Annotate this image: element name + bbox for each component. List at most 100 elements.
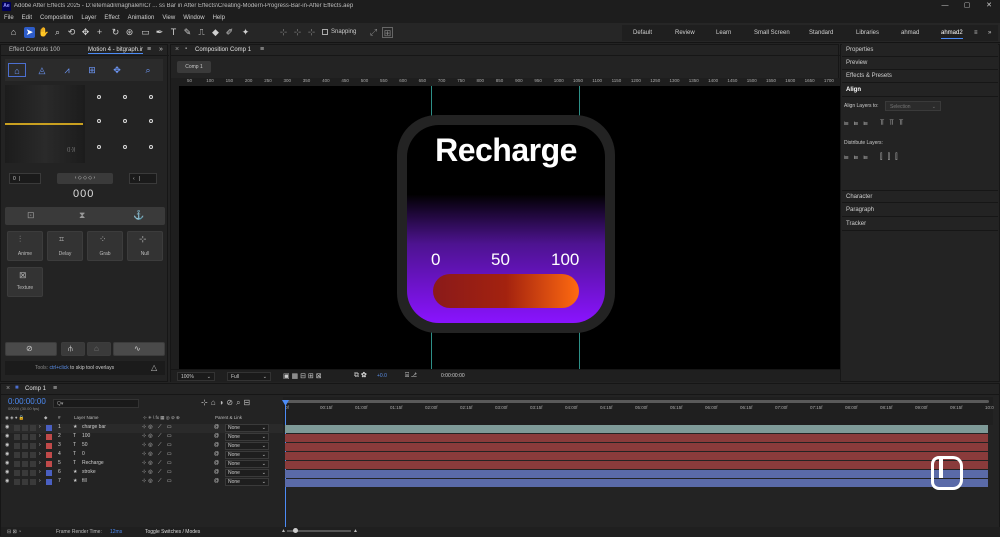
parent-select[interactable]: None ⌄ xyxy=(225,478,269,486)
solo-switch[interactable] xyxy=(22,461,28,467)
solo-switch[interactable] xyxy=(22,470,28,476)
anchor-point-mr[interactable] xyxy=(149,119,153,123)
eye-icon[interactable]: ◉ xyxy=(5,433,9,439)
zoom-slider-handle[interactable] xyxy=(293,528,298,533)
align-buttons[interactable]: ⫢⫢⫢ ⫪⫪⫪ xyxy=(844,118,909,128)
lock-switch[interactable] xyxy=(30,452,36,458)
parent-link-header[interactable]: Parent & Link xyxy=(215,415,242,420)
align-section-title[interactable]: Align xyxy=(842,84,998,97)
label-color-swatch[interactable] xyxy=(46,479,52,485)
layer-switch-icons[interactable]: ⊹◎ ⟋ ▭ xyxy=(142,478,174,484)
eye-icon[interactable]: ◉ xyxy=(5,460,9,466)
motion-move-icon[interactable]: ✥ xyxy=(108,63,126,77)
expand-arrow-icon[interactable]: › xyxy=(39,469,41,475)
rectangle-tool-icon[interactable]: ▭ xyxy=(140,27,151,38)
layer-duration-bar[interactable] xyxy=(285,425,988,433)
label-color-swatch[interactable] xyxy=(46,425,52,431)
snapping-checkbox-icon[interactable] xyxy=(322,29,328,35)
world-axis-icon[interactable]: ⊹ xyxy=(292,27,303,38)
audio-switch[interactable] xyxy=(14,443,20,449)
minimize-button[interactable]: — xyxy=(934,0,956,12)
layer-search-input[interactable]: Q▾ xyxy=(53,399,139,408)
resolution-select[interactable]: Full ⌄ xyxy=(227,372,271,381)
menu-animation[interactable]: Animation xyxy=(128,15,155,21)
anchor-point-tl[interactable] xyxy=(97,95,101,99)
solo-switch[interactable] xyxy=(22,479,28,485)
label-color-swatch[interactable] xyxy=(46,452,52,458)
composition-title[interactable]: Composition Comp 1 xyxy=(195,47,251,53)
motion-action-3[interactable] xyxy=(87,342,111,356)
layer-row[interactable]: ◉ › 3 T 50 ⊹◎ ⟋ ▭ @ None ⌄ xyxy=(1,442,283,451)
layer-row[interactable]: ◉ › 4 T 0 ⊹◎ ⟋ ▭ @ None ⌄ xyxy=(1,451,283,460)
label-color-swatch[interactable] xyxy=(46,443,52,449)
color-channels-icon[interactable]: ⧉ ✿ xyxy=(354,372,367,380)
motion-search-icon[interactable]: ⌕ xyxy=(139,63,157,77)
effects-presets-section[interactable]: Effects & Presets xyxy=(842,70,998,83)
zoom-out-icon[interactable]: ▲ xyxy=(281,528,286,534)
panel-expand-icon[interactable]: » xyxy=(159,46,163,53)
snapshot-icon[interactable]: ⌸ ⎇ xyxy=(405,372,417,380)
expand-arrow-icon[interactable]: › xyxy=(39,433,41,439)
menu-composition[interactable]: Composition xyxy=(40,15,73,21)
audio-switch[interactable] xyxy=(14,470,20,476)
menu-edit[interactable]: Edit xyxy=(22,15,32,21)
pickwhip-icon[interactable]: @ xyxy=(214,478,219,484)
home-icon[interactable]: ⌂ xyxy=(8,27,19,38)
pan-behind-tool-icon[interactable]: ⊛ xyxy=(124,27,135,38)
brush-tool-icon[interactable]: ✎ xyxy=(182,27,193,38)
layer-row[interactable]: ◉ › 7 ★ fill ⊹◎ ⟋ ▭ @ None ⌄ xyxy=(1,478,283,487)
motion-grid-icon[interactable]: ⊞ xyxy=(83,63,101,77)
motion-action-2[interactable] xyxy=(61,342,85,356)
pickwhip-icon[interactable]: @ xyxy=(214,424,219,430)
expand-arrow-icon[interactable]: › xyxy=(39,478,41,484)
pickwhip-icon[interactable]: @ xyxy=(214,442,219,448)
composition-viewer[interactable]: Recharge 0 50 100 xyxy=(179,86,840,369)
audio-switch[interactable] xyxy=(14,425,20,431)
tracker-section[interactable]: Tracker xyxy=(842,218,998,231)
label-color-swatch[interactable] xyxy=(46,461,52,467)
type-tool-icon[interactable]: T xyxy=(168,27,179,38)
align-layers-to-select[interactable]: Selection ⌄ xyxy=(885,101,941,111)
anchor-point-mc[interactable] xyxy=(123,119,127,123)
layer-row[interactable]: ◉ › 5 T Recharge ⊹◎ ⟋ ▭ @ None ⌄ xyxy=(1,460,283,469)
lock-switch[interactable] xyxy=(30,470,36,476)
current-timecode[interactable]: 0:00:00:00 xyxy=(8,397,46,406)
workspace-learn[interactable]: Learn xyxy=(716,30,731,36)
lock-switch[interactable] xyxy=(30,434,36,440)
dolly-tool-icon[interactable]: + xyxy=(94,27,105,38)
paragraph-section[interactable]: Paragraph xyxy=(842,204,998,217)
layer-row[interactable]: ◉ › 2 T 100 ⊹◎ ⟋ ▭ @ None ⌄ xyxy=(1,433,283,442)
clone-stamp-tool-icon[interactable]: ⎍ xyxy=(196,27,207,38)
layer-row[interactable]: ◉ › 6 ★ stroke ⊹◎ ⟋ ▭ @ None ⌄ xyxy=(1,469,283,478)
footer-icons[interactable]: ⊟ ⊠ ◔ xyxy=(7,529,21,535)
workspace-libraries[interactable]: Libraries xyxy=(856,30,879,36)
parent-select[interactable]: None ⌄ xyxy=(225,442,269,450)
expand-arrow-icon[interactable]: › xyxy=(39,442,41,448)
parent-select[interactable]: None ⌄ xyxy=(225,460,269,468)
layer-row[interactable]: ◉ › 1 ★ charge bar ⊹◎ ⟋ ▭ @ None ⌄ xyxy=(1,424,283,433)
work-area-bar[interactable] xyxy=(285,400,989,403)
eye-icon[interactable]: ◉ xyxy=(5,442,9,448)
anchor-point-ml[interactable] xyxy=(97,119,101,123)
snap-grid-icon[interactable]: ⊞ xyxy=(382,27,393,38)
time-ruler[interactable]: 0f 00:15f 01:00f 01:15f 02:00f 02:15f 03:00f 03… xyxy=(283,397,994,425)
audio-switch[interactable] xyxy=(14,461,20,467)
solo-switch[interactable] xyxy=(22,434,28,440)
viewer-timecode[interactable]: 0:00:00:00 xyxy=(441,373,465,379)
keyframe-nav[interactable]: ‹ ◇ ◇ ◇ › xyxy=(57,173,113,184)
layer-duration-bar[interactable] xyxy=(285,461,988,469)
close-button[interactable]: ✕ xyxy=(978,0,1000,12)
parent-select[interactable]: None ⌄ xyxy=(225,424,269,432)
timeline-menu-icon[interactable]: ≡ xyxy=(53,385,57,392)
menu-file[interactable]: File xyxy=(4,15,14,21)
tab-motion[interactable]: Motion 4 - bitgraph.ir xyxy=(88,47,144,54)
label-color-swatch[interactable] xyxy=(46,470,52,476)
audio-switch[interactable] xyxy=(14,434,20,440)
align-left-icon[interactable]: ⊡ xyxy=(27,210,35,221)
pickwhip-icon[interactable]: @ xyxy=(214,433,219,439)
eye-icon[interactable]: ◉ xyxy=(5,478,9,484)
distribute-icon[interactable]: ⧗ xyxy=(79,210,85,221)
anchor-point-bl[interactable] xyxy=(97,145,101,149)
anchor-point-bc[interactable] xyxy=(123,145,127,149)
label-color-swatch[interactable] xyxy=(46,434,52,440)
